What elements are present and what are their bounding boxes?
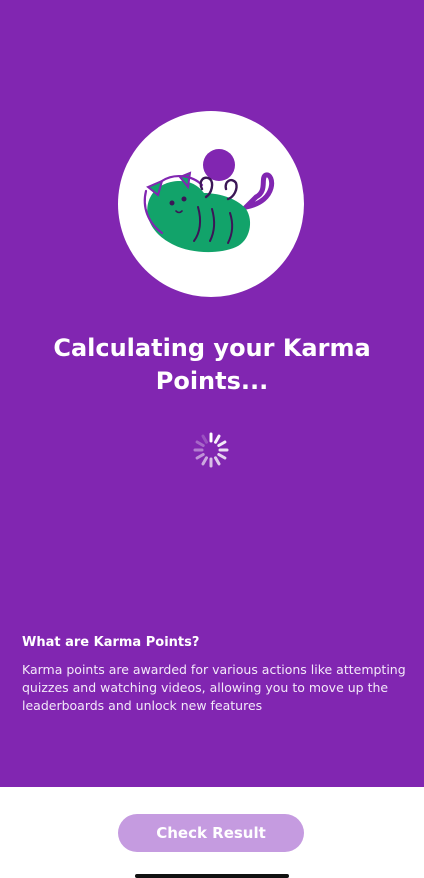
page-title: Calculating your Karma Points... xyxy=(53,334,371,395)
home-indicator xyxy=(135,874,289,878)
bottom-action-bar: Check Result xyxy=(0,787,424,878)
karma-info-section: What are Karma Points? Karma points are … xyxy=(22,634,406,715)
info-heading: What are Karma Points? xyxy=(22,635,200,650)
spinner-icon xyxy=(193,432,229,468)
info-description: Karma points are awarded for various act… xyxy=(22,662,406,713)
karma-cat-illustration-icon xyxy=(143,149,274,253)
calculating-screen: Calculating your Karma Points... What ar… xyxy=(0,0,424,787)
check-result-button[interactable]: Check Result xyxy=(118,814,304,852)
karma-illustration xyxy=(118,111,304,297)
